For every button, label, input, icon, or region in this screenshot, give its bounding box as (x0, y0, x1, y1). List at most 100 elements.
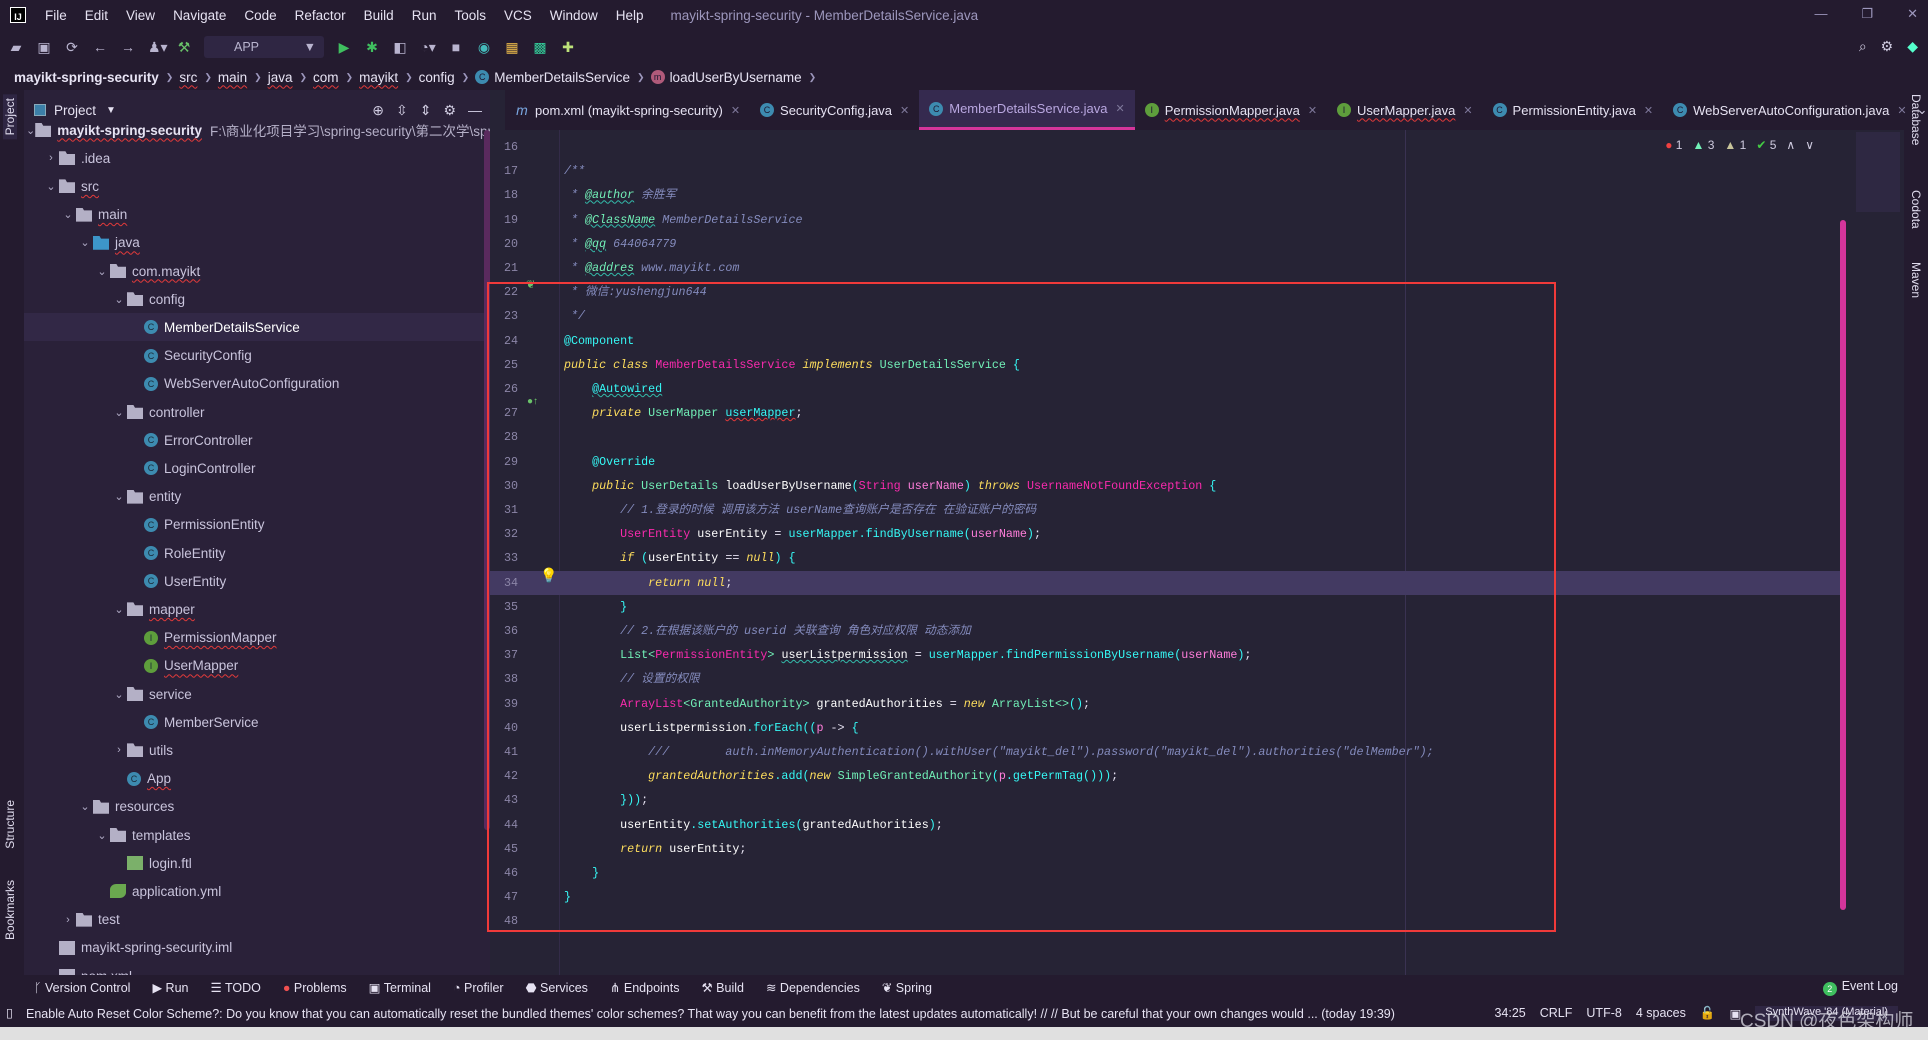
code-line[interactable]: 35 } (490, 595, 1840, 619)
code-line[interactable]: 36 // 2.在根据该账户的 userid 关联查询 角色对应权限 动态添加 (490, 619, 1840, 643)
chevron-down-icon[interactable]: ⌄ (94, 829, 110, 842)
tree-item[interactable]: mayikt-spring-security.iml (24, 934, 490, 962)
database-tool-icon[interactable]: ▩ (532, 39, 548, 56)
tree-item[interactable]: C WebServerAutoConfiguration (24, 370, 490, 398)
code-line[interactable]: 39 ArrayList<GrantedAuthority> grantedAu… (490, 692, 1840, 716)
breadcrumb-item[interactable]: MemberDetailsService (494, 70, 630, 85)
close-tab-icon[interactable]: ✕ (1308, 104, 1317, 117)
tab-securityconfig-java[interactable]: C SecurityConfig.java ✕ (750, 90, 919, 130)
close-tab-icon[interactable]: ✕ (900, 104, 909, 117)
tool-window-build[interactable]: ⚒ Build (701, 980, 743, 995)
tab-webserverautoconfiguration-java[interactable]: C WebServerAutoConfiguration.java ✕ (1663, 90, 1917, 130)
tree-item[interactable]: I PermissionMapper (24, 624, 490, 652)
tree-item[interactable]: I UserMapper (24, 652, 490, 680)
code-line[interactable]: 34 return null; (490, 570, 1840, 595)
code-line[interactable]: 20 * @qq 644064779 (490, 232, 1840, 256)
structure-icon[interactable]: ▦ (504, 39, 520, 56)
line-separator[interactable]: CRLF (1540, 1006, 1573, 1021)
menu-refactor[interactable]: Refactor (286, 8, 355, 23)
tree-item[interactable]: ⌄ src (24, 172, 490, 200)
breadcrumb-item[interactable]: src (179, 70, 197, 85)
lightbulb-icon[interactable]: 💡 (540, 567, 557, 584)
implements-method-icon[interactable]: ●↑ (527, 396, 538, 407)
code-line[interactable]: 33 if (userEntity == null) { (490, 546, 1840, 570)
tree-item[interactable]: C MemberService (24, 708, 490, 736)
chevron-right-icon[interactable]: › (111, 744, 127, 756)
vcs-user-icon[interactable]: ♟▾ (148, 39, 168, 56)
jetbrains-icon[interactable]: ◆ (1907, 38, 1918, 55)
code-line[interactable]: 19 * @ClassName MemberDetailsService (490, 208, 1840, 232)
menu-tools[interactable]: Tools (445, 8, 495, 23)
tab-memberdetailsservice-java[interactable]: C MemberDetailsService.java ✕ (919, 90, 1135, 130)
save-icon[interactable]: ▣ (36, 39, 52, 56)
code-minimap[interactable] (1856, 132, 1900, 212)
indent-setting[interactable]: 4 spaces (1636, 1006, 1686, 1021)
code-line[interactable]: 40 userListpermission.forEach((p -> { (490, 716, 1840, 740)
close-tab-icon[interactable]: ✕ (1463, 104, 1472, 117)
stop-icon[interactable]: ■ (448, 39, 464, 55)
menu-vcs[interactable]: VCS (495, 8, 541, 23)
run-icon[interactable]: ▶ (336, 39, 352, 56)
code-line[interactable]: 38 // 设置的权限 (490, 667, 1840, 691)
tree-item[interactable]: login.ftl (24, 849, 490, 877)
code-line[interactable]: 32 UserEntity userEntity = userMapper.fi… (490, 522, 1840, 546)
inspection-widget[interactable]: ● 1 ▲ 3 ▲ 1 ✔ 5 ∧ ∨ (1665, 138, 1814, 152)
run-configuration-select[interactable]: APP ▼ (204, 36, 324, 58)
tool-window-version-control[interactable]: ᚴ Version Control (34, 981, 130, 995)
chevron-down-icon[interactable]: ⌄ (77, 236, 93, 249)
code-line[interactable]: 28 (490, 425, 1840, 449)
open-folder-icon[interactable]: ▰ (8, 39, 24, 56)
tool-window-terminal[interactable]: ▣ Terminal (369, 980, 431, 995)
tree-item[interactable]: ⌄ entity (24, 483, 490, 511)
tool-window-structure[interactable]: Structure (3, 800, 17, 849)
plugin-icon[interactable]: ◉ (476, 39, 492, 56)
tree-item[interactable]: ⌄ mayikt-spring-security F:\商业化项目学习\spring… (24, 116, 490, 144)
code-line[interactable]: 17 /** (490, 159, 1840, 183)
code-editor[interactable]: 16 17/** 18 * @author 余胜军 19 * @ClassName M… (490, 130, 1904, 975)
tool-window-profiler[interactable]: ◔ Profiler (453, 981, 504, 995)
search-icon[interactable]: ⌕ (1859, 38, 1867, 55)
coverage-icon[interactable]: ◧ (392, 39, 408, 56)
chevron-right-icon[interactable]: › (43, 152, 59, 164)
spring-bean-icon[interactable]: ❦ (526, 278, 535, 291)
next-highlight-icon[interactable]: ∨ (1805, 138, 1814, 152)
tree-item[interactable]: ⌄ main (24, 201, 490, 229)
tree-item[interactable]: › utils (24, 736, 490, 764)
tool-window-spring[interactable]: ❦ Spring (882, 980, 932, 995)
menu-run[interactable]: Run (403, 8, 446, 23)
caret-position[interactable]: 34:25 (1494, 1006, 1525, 1021)
tree-item[interactable]: ⌄ service (24, 680, 490, 708)
code-line[interactable]: 22 * 微信:yushengjun644 (490, 280, 1840, 304)
code-line[interactable]: 21 * @addres www.mayikt.com (490, 256, 1840, 280)
tree-item[interactable]: C PermissionEntity (24, 511, 490, 539)
close-tab-icon[interactable]: ✕ (1644, 104, 1653, 117)
breadcrumb-item[interactable]: loadUserByUsername (670, 70, 802, 85)
tree-item[interactable]: C LoginController (24, 454, 490, 482)
code-line[interactable]: 41 /// auth.inMemoryAuthentication().wit… (490, 740, 1840, 764)
tree-item[interactable]: C App (24, 765, 490, 793)
code-line[interactable]: 37 List<PermissionEntity> userListpermis… (490, 643, 1840, 667)
tree-item[interactable]: ⌄ resources (24, 793, 490, 821)
menu-code[interactable]: Code (235, 8, 285, 23)
tool-window-project[interactable]: Project (3, 94, 17, 140)
tab-usermapper-java[interactable]: I UserMapper.java ✕ (1327, 90, 1483, 130)
lock-icon[interactable]: 🔓 (1700, 1006, 1716, 1021)
tree-item[interactable]: › .idea (24, 144, 490, 172)
close-icon[interactable]: ✕ (1907, 6, 1918, 22)
chevron-down-icon[interactable]: ⌄ (111, 603, 127, 616)
back-icon[interactable]: ← (92, 39, 108, 55)
code-line[interactable]: 31 // 1.登录的时候 调用该方法 userName查询账户是否存在 在验证… (490, 498, 1840, 522)
event-log-button[interactable]: 2 Event Log (1822, 979, 1898, 996)
chevron-down-icon[interactable]: ⌄ (111, 293, 127, 306)
close-tab-icon[interactable]: ✕ (1897, 104, 1906, 117)
chevron-down-icon[interactable]: ⌄ (1917, 102, 1928, 118)
profile-icon[interactable]: ◔▾ (420, 39, 436, 56)
code-line[interactable]: 47} (490, 885, 1840, 909)
chevron-down-icon[interactable]: ⌄ (43, 180, 59, 193)
breadcrumb-item[interactable]: main (218, 70, 247, 85)
code-line[interactable]: 43 })); (490, 788, 1840, 812)
code-line[interactable]: 42 grantedAuthorities.add(new SimpleGran… (490, 764, 1840, 788)
tool-window-endpoints[interactable]: ⋔ Endpoints (610, 980, 680, 995)
code-line[interactable]: 30 public UserDetails loadUserByUsername… (490, 474, 1840, 498)
tree-item[interactable]: C ErrorController (24, 426, 490, 454)
